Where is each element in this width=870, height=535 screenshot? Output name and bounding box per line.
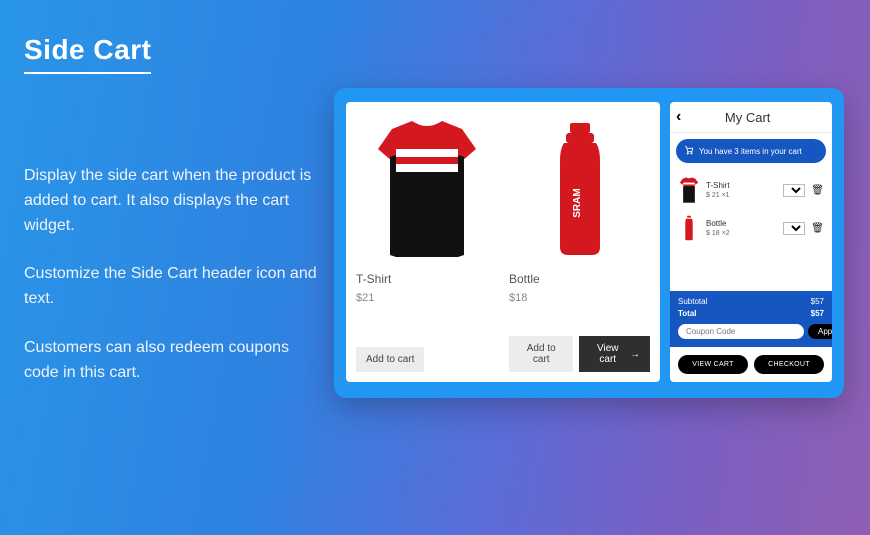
cart-banner: You have 3 items in your cart xyxy=(676,139,826,163)
cart-item-name: T-Shirt xyxy=(706,181,777,190)
cart-item-name: Bottle xyxy=(706,219,777,228)
cart-title: My Cart xyxy=(681,110,824,125)
product-tshirt: T-Shirt $21 Add to cart xyxy=(356,114,497,372)
product-bottle: SRAM Bottle $18 Add to cart View cart → xyxy=(509,114,650,372)
view-cart-label: View cart xyxy=(589,343,626,365)
cart-header: ‹ My Cart xyxy=(670,102,832,133)
add-to-cart-button[interactable]: Add to cart xyxy=(356,347,424,372)
view-cart-action-button[interactable]: VIEW CART xyxy=(678,355,748,374)
tshirt-image xyxy=(356,114,497,264)
cart-banner-text: You have 3 items in your cart xyxy=(699,147,802,156)
quantity-select[interactable]: 1 xyxy=(783,184,805,197)
app-frame: T-Shirt $21 Add to cart SRAM Bottle $18 … xyxy=(334,88,844,398)
trash-icon[interactable]: 🗑 xyxy=(811,185,824,196)
apply-coupon-button[interactable]: Apply xyxy=(808,324,832,339)
view-cart-button[interactable]: View cart → xyxy=(579,336,650,372)
trash-icon[interactable]: 🗑 xyxy=(811,223,824,234)
cart-item-price-line: $ 18 ×2 xyxy=(706,230,777,237)
intro-paragraph-2: Customize the Side Cart header icon and … xyxy=(24,262,324,312)
svg-text:SRAM: SRAM xyxy=(572,188,583,217)
cart-item: T-Shirt $ 21 ×1 1 🗑 xyxy=(676,171,826,209)
cart-item: Bottle $ 18 ×2 2 🗑 xyxy=(676,209,826,247)
total-label: Total xyxy=(678,309,697,318)
total-value: $57 xyxy=(811,309,824,318)
tshirt-thumb-icon xyxy=(678,176,700,204)
bottle-thumb-icon xyxy=(678,214,700,242)
arrow-right-icon: → xyxy=(630,349,640,360)
product-price: $18 xyxy=(509,292,650,304)
subtotal-value: $57 xyxy=(811,297,824,306)
add-to-cart-button[interactable]: Add to cart xyxy=(509,336,573,372)
product-name: Bottle xyxy=(509,272,650,286)
checkout-button[interactable]: CHECKOUT xyxy=(754,355,824,374)
page-title: Side Cart xyxy=(24,34,151,74)
subtotal-label: Subtotal xyxy=(678,297,707,306)
cart-icon xyxy=(684,145,694,157)
product-grid: T-Shirt $21 Add to cart SRAM Bottle $18 … xyxy=(346,102,660,382)
intro-paragraph-3: Customers can also redeem coupons code i… xyxy=(24,336,324,386)
cart-items: T-Shirt $ 21 ×1 1 🗑 Bottle $ 18 ×2 xyxy=(670,167,832,251)
product-name: T-Shirt xyxy=(356,272,497,286)
quantity-select[interactable]: 2 xyxy=(783,222,805,235)
cart-totals: Subtotal $57 Total $57 Apply xyxy=(670,291,832,347)
intro-paragraph-1: Display the side cart when the product i… xyxy=(24,164,324,238)
side-cart-panel: ‹ My Cart You have 3 items in your cart xyxy=(670,102,832,382)
product-price: $21 xyxy=(356,292,497,304)
bottle-image: SRAM xyxy=(509,114,650,264)
coupon-input[interactable] xyxy=(678,324,804,339)
cart-item-price-line: $ 21 ×1 xyxy=(706,192,777,199)
